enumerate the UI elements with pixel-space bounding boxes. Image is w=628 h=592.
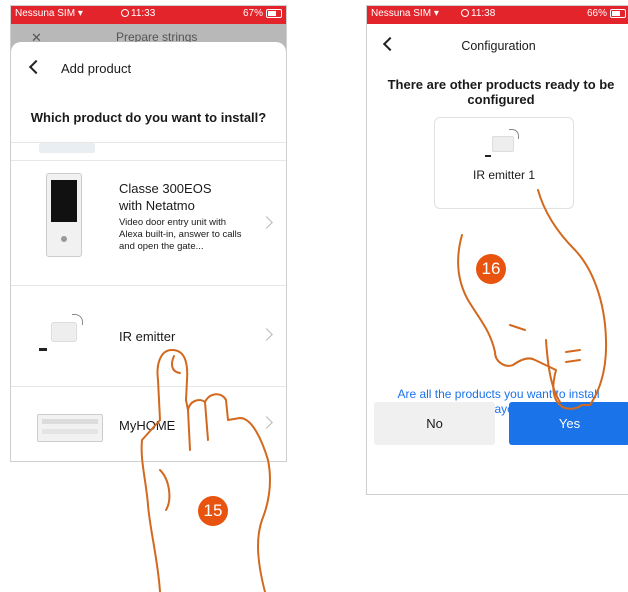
pointing-hand-right <box>457 189 608 410</box>
step-badge-16: 16 <box>476 254 506 284</box>
step-badge-15: 15 <box>198 496 228 526</box>
